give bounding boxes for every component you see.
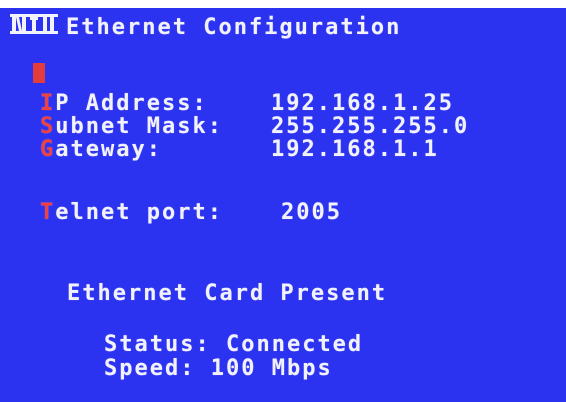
subnet-mask-label[interactable]: Subnet Mask: [40,115,223,139]
nti-logo [10,14,58,34]
ip-address-value[interactable]: 192.168.1.25 [271,92,454,116]
status-label: Status: [104,332,211,357]
text-cursor[interactable] [33,63,45,83]
ip-address-hotkey: I [40,91,56,116]
telnet-port-label-text: elnet port: [55,200,223,225]
gateway-value[interactable]: 192.168.1.1 [271,138,439,162]
gateway-hotkey: G [40,137,56,162]
gateway-label[interactable]: Gateway: [40,138,162,162]
connection-speed: Speed: 100 Mbps [104,357,333,381]
screen-title: Ethernet Configuration [66,15,402,40]
ethernet-config-screen: Ethernet Configuration IP Address: 192.1… [0,8,566,402]
speed-value: 100 Mbps [210,356,333,381]
telnet-port-label[interactable]: Telnet port: [40,201,223,225]
subnet-mask-label-text: ubnet Mask: [55,114,223,139]
telnet-port-hotkey: T [40,200,56,225]
card-status-heading: Ethernet Card Present [67,281,388,306]
ip-address-label-text: P Address: [55,91,208,116]
status-value: Connected [225,332,364,357]
speed-label: Speed: [104,356,196,381]
subnet-mask-value[interactable]: 255.255.255.0 [271,115,469,139]
gateway-label-text: ateway: [55,137,162,162]
connection-status: Status: Connected [104,333,363,357]
subnet-mask-hotkey: S [40,114,56,139]
telnet-port-value[interactable]: 2005 [281,201,342,225]
ip-address-label[interactable]: IP Address: [40,92,208,116]
